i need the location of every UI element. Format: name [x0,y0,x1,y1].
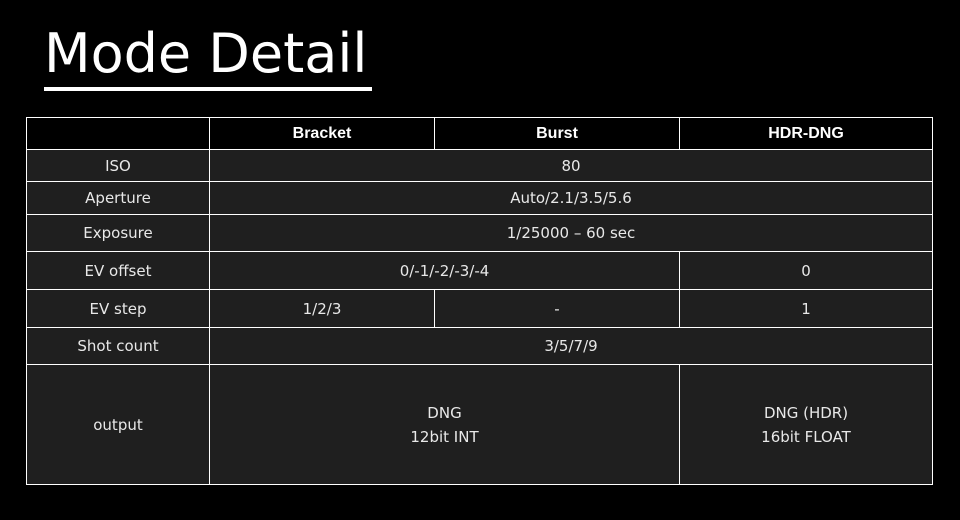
table-row-exposure: Exposure 1/25000 – 60 sec [26,214,933,252]
row-label-output: output [26,364,210,485]
row-label-ev-step: EV step [26,289,210,328]
ev-step-burst: - [434,289,680,328]
table-row-ev-offset: EV offset 0/-1/-2/-3/-4 0 [26,251,933,290]
ev-offset-bracket-burst: 0/-1/-2/-3/-4 [209,251,680,290]
output-hdr-dng: DNG (HDR) 16bit FLOAT [679,364,933,485]
header-burst: Burst [434,117,680,150]
table-row-iso: ISO 80 [26,149,933,182]
table-row-output: output DNG 12bit INT DNG (HDR) 16bit FLO… [26,364,933,485]
shot-count-value: 3/5/7/9 [209,327,933,365]
exposure-value: 1/25000 – 60 sec [209,214,933,252]
aperture-value: Auto/2.1/3.5/5.6 [209,181,933,215]
title-underline [44,87,372,91]
ev-step-bracket: 1/2/3 [209,289,435,328]
page-title: Mode Detail [44,22,368,85]
table-row-aperture: Aperture Auto/2.1/3.5/5.6 [26,181,933,215]
header-bracket: Bracket [209,117,435,150]
row-label-shot-count: Shot count [26,327,210,365]
output-bracket-burst: DNG 12bit INT [209,364,680,485]
header-hdr-dng: HDR-DNG [679,117,933,150]
header-corner-cell [26,117,210,150]
row-label-ev-offset: EV offset [26,251,210,290]
output-hdr-dng-depth: 16bit FLOAT [761,427,851,446]
output-bracket-burst-format: DNG [427,403,462,422]
row-label-aperture: Aperture [26,181,210,215]
output-hdr-dng-format: DNG (HDR) [763,403,849,422]
ev-offset-hdr-dng: 0 [679,251,933,290]
table-row-shot-count: Shot count 3/5/7/9 [26,327,933,365]
mode-detail-table: Bracket Burst HDR-DNG ISO 80 Aperture Au… [26,117,933,485]
row-label-exposure: Exposure [26,214,210,252]
iso-value: 80 [209,149,933,182]
row-label-iso: ISO [26,149,210,182]
table-header-row: Bracket Burst HDR-DNG [26,117,933,150]
table-row-ev-step: EV step 1/2/3 - 1 [26,289,933,328]
output-bracket-burst-depth: 12bit INT [410,427,479,446]
ev-step-hdr-dng: 1 [679,289,933,328]
